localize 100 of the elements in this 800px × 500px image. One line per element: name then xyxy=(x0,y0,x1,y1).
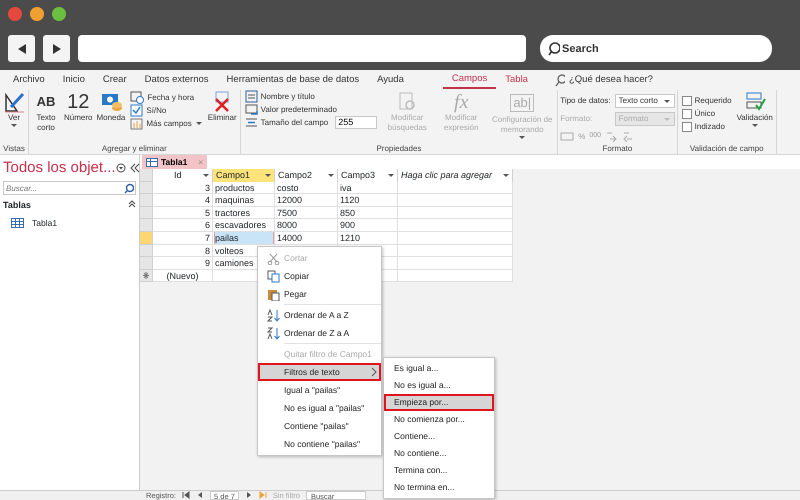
window-control-icon[interactable] xyxy=(52,7,66,21)
address-field[interactable] xyxy=(78,35,526,62)
ribbon-tab[interactable]: Tabla xyxy=(496,72,537,88)
window-control-icon[interactable] xyxy=(30,7,44,21)
search-field[interactable]: Search xyxy=(540,35,772,62)
menu-item[interactable]: No es igual a "pailas" xyxy=(258,399,381,417)
column-header[interactable]: Haga clic para agregar xyxy=(398,169,513,182)
ribbon-button[interactable]: 12 Número xyxy=(63,90,94,124)
record-selector[interactable] xyxy=(140,232,153,245)
checkbox[interactable]: Indizado xyxy=(680,120,734,133)
sort-descending-icon xyxy=(266,326,280,340)
table-cell: tractores xyxy=(213,206,275,220)
ribbon-button[interactable]: Validación xyxy=(736,90,774,129)
ribbon-button[interactable]: Nombre y título xyxy=(242,90,380,103)
new-record-icon xyxy=(142,271,150,280)
document-tab[interactable]: Tabla1 × xyxy=(142,155,208,169)
ribbon-button[interactable]: Fecha y hora xyxy=(128,90,205,104)
table-cell: costo xyxy=(275,182,338,194)
ribbon-button[interactable]: Ver xyxy=(2,90,26,129)
menu-item[interactable]: Ordenar de Z a A xyxy=(258,324,381,342)
back-button[interactable] xyxy=(8,35,35,62)
menu-item[interactable]: Ordenar de A a Z xyxy=(258,306,381,324)
table-cell: 8000 xyxy=(275,219,338,232)
field-size-input[interactable]: 255 xyxy=(335,116,378,129)
fields-icon xyxy=(130,117,144,130)
record-selector[interactable] xyxy=(140,206,153,220)
menu-item[interactable]: Pegar xyxy=(258,285,381,303)
table-cell: 3 xyxy=(153,182,213,194)
group-label: Formato xyxy=(602,144,634,154)
menu-item[interactable]: No contiene "pailas" xyxy=(258,435,381,453)
column-header[interactable]: Id xyxy=(153,169,213,182)
caret-icon xyxy=(194,121,203,126)
column-header[interactable]: Campo3 xyxy=(338,169,398,182)
search-icon xyxy=(123,183,134,194)
ribbon-button[interactable]: AB Texto corto xyxy=(31,90,61,134)
currency-icon xyxy=(560,131,574,142)
menu-item[interactable]: No es igual a... xyxy=(384,377,494,394)
menu-item[interactable]: No comienza por... xyxy=(384,411,494,428)
ribbon-tab[interactable]: Campos xyxy=(442,71,496,89)
calendar-clock-icon xyxy=(130,90,144,104)
validation-icon xyxy=(744,91,766,113)
dropdown-arrow-icon xyxy=(503,174,509,177)
ribbon-tab[interactable]: Inicio xyxy=(54,72,94,88)
ribbon-tab[interactable]: Crear xyxy=(94,72,136,88)
record-selector[interactable] xyxy=(140,194,153,207)
increase-decimals-icon xyxy=(605,130,618,143)
menu-item[interactable]: Contiene "pailas" xyxy=(258,417,381,435)
table-icon xyxy=(146,158,158,166)
ribbon-button[interactable]: Sí/No xyxy=(128,104,205,117)
window-control-icon[interactable] xyxy=(8,7,22,21)
menu-item[interactable]: Igual a "pailas" xyxy=(258,381,381,399)
tell-me-field[interactable]: ¿Qué desea hacer? xyxy=(568,72,653,88)
ribbon-button[interactable]: Moneda xyxy=(95,90,126,124)
table-cell: 850 xyxy=(338,206,398,220)
group-label: Vistas xyxy=(2,144,26,154)
ribbon-button[interactable]: Eliminar xyxy=(206,90,238,124)
ribbon-tab[interactable]: Ayuda xyxy=(368,72,413,88)
scissors-icon xyxy=(266,252,280,264)
column-header[interactable]: Campo2 xyxy=(275,169,338,182)
select-all-corner[interactable] xyxy=(140,169,153,182)
table-cell: 6 xyxy=(153,219,213,232)
ribbon-tab[interactable]: Herramientas de base de datos xyxy=(218,72,368,88)
data-type-select[interactable]: Texto corto xyxy=(614,94,675,108)
search-field[interactable]: Buscar... xyxy=(3,181,136,195)
column-header[interactable]: Campo1 xyxy=(213,169,275,182)
ribbon-tab[interactable]: Archivo xyxy=(4,72,54,88)
record-selector[interactable] xyxy=(140,219,153,232)
search-icon xyxy=(548,42,560,56)
table-cell: 4 xyxy=(153,194,213,207)
record-selector[interactable] xyxy=(140,244,153,258)
table-cell[interactable]: pailas xyxy=(215,232,273,244)
checkbox[interactable]: Requerido xyxy=(680,94,734,107)
ribbon-button[interactable]: Valor predeterminado xyxy=(242,103,380,116)
menu-item[interactable]: No termina en... xyxy=(384,479,494,496)
menu-item[interactable]: No contiene... xyxy=(384,445,494,462)
back-arrow-icon xyxy=(16,42,28,56)
menu-item[interactable]: Empieza por... xyxy=(384,394,494,411)
percent-sign: % xyxy=(578,130,586,142)
table-icon xyxy=(11,218,24,228)
caret-icon xyxy=(10,123,18,128)
default-value-icon xyxy=(244,103,258,116)
checkbox-icon xyxy=(130,104,144,117)
ribbon-tab[interactable]: Datos externos xyxy=(136,72,218,88)
design-view-icon xyxy=(3,91,25,113)
menu-item[interactable]: Es igual a... xyxy=(384,360,494,377)
menu-item[interactable]: Filtros de texto xyxy=(258,363,381,381)
menu-item[interactable]: Termina con... xyxy=(384,462,494,479)
ribbon-button[interactable]: Tamaño del campo 255 xyxy=(242,116,380,129)
nav-item[interactable]: Tabla1 xyxy=(11,216,136,230)
record-selector[interactable] xyxy=(140,182,153,194)
menu-item[interactable]: Contiene... xyxy=(384,428,494,445)
ribbon-button[interactable]: Más campos xyxy=(128,117,205,130)
table-cell: maquinas xyxy=(213,194,275,207)
checkbox[interactable]: Único xyxy=(680,107,734,120)
table-cell: 5 xyxy=(153,206,213,220)
forward-button[interactable] xyxy=(43,35,70,62)
group-label: Propiedades xyxy=(375,144,422,154)
menu-item[interactable]: Copiar xyxy=(258,267,381,285)
table-cell: 1120 xyxy=(338,194,398,207)
record-selector[interactable] xyxy=(140,257,153,270)
